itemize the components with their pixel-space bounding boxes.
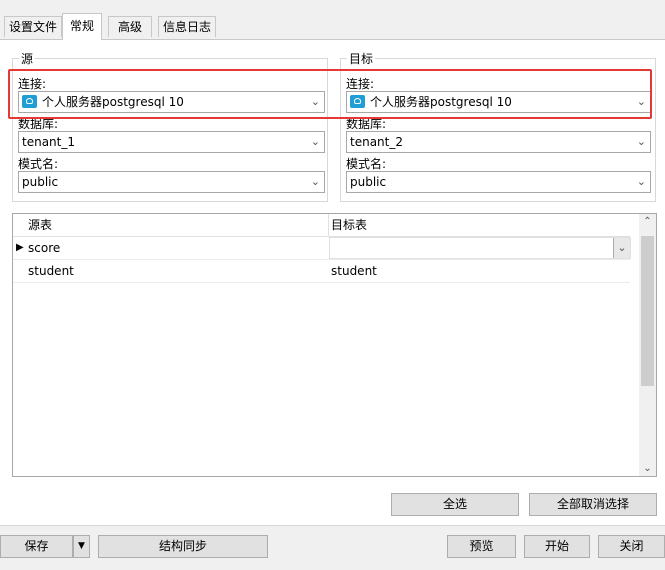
row-source-cell[interactable]: score bbox=[28, 237, 60, 259]
target-connection-select[interactable]: 个人服务器postgresql 10 ⌄ bbox=[346, 91, 651, 113]
table-row[interactable]: ▶ score ⌄ bbox=[13, 237, 631, 260]
table-mapping-grid[interactable]: 源表 目标表 ▶ score ⌄ student student ⌃ ⌄ bbox=[12, 213, 657, 477]
save-dropdown-icon[interactable]: ▼ bbox=[73, 535, 90, 558]
column-header-target[interactable]: 目标表 bbox=[331, 214, 367, 236]
source-group-title: 源 bbox=[19, 50, 36, 67]
scroll-down-icon[interactable]: ⌄ bbox=[639, 463, 656, 474]
source-connection-label: 连接: bbox=[18, 77, 47, 91]
source-schema-label: 模式名: bbox=[18, 157, 59, 171]
column-divider bbox=[328, 214, 329, 236]
scrollbar-thumb[interactable] bbox=[641, 236, 654, 386]
start-button[interactable]: 开始 bbox=[524, 535, 590, 558]
target-schema-label: 模式名: bbox=[346, 157, 387, 171]
source-schema-value: public bbox=[22, 175, 59, 189]
target-database-label: 数据库: bbox=[346, 117, 387, 131]
tab-general[interactable]: 常规 bbox=[62, 13, 102, 40]
chevron-down-icon[interactable]: ⌄ bbox=[637, 132, 646, 152]
tab-message-log[interactable]: 信息日志 bbox=[158, 16, 216, 37]
target-connection-value: 个人服务器postgresql 10 bbox=[370, 95, 512, 109]
target-connection-label: 连接: bbox=[346, 77, 375, 91]
tab-label: 常规 bbox=[69, 19, 94, 33]
tab-label: 信息日志 bbox=[162, 20, 211, 34]
table-row[interactable]: student student bbox=[13, 260, 630, 283]
tab-advanced[interactable]: 高级 bbox=[108, 16, 152, 37]
select-all-button[interactable]: 全选 bbox=[391, 493, 519, 516]
chevron-down-icon[interactable]: ⌄ bbox=[637, 92, 646, 112]
source-database-label: 数据库: bbox=[18, 117, 59, 131]
chevron-down-icon[interactable]: ⌄ bbox=[637, 172, 646, 192]
target-schema-value: public bbox=[350, 175, 387, 189]
row-target-cell[interactable]: student bbox=[331, 260, 377, 282]
postgresql-elephant-icon bbox=[22, 95, 37, 108]
scroll-up-icon[interactable]: ⌃ bbox=[639, 216, 656, 227]
source-connection-select[interactable]: 个人服务器postgresql 10 ⌄ bbox=[18, 91, 325, 113]
chevron-down-icon[interactable]: ⌄ bbox=[311, 92, 320, 112]
postgresql-elephant-icon bbox=[350, 95, 365, 108]
target-database-select[interactable]: tenant_2 ⌄ bbox=[346, 131, 651, 153]
deselect-all-button[interactable]: 全部取消选择 bbox=[529, 493, 657, 516]
row-pointer-icon: ▶ bbox=[16, 242, 24, 253]
close-button[interactable]: 关闭 bbox=[598, 535, 665, 558]
source-database-select[interactable]: tenant_1 ⌄ bbox=[18, 131, 325, 153]
preview-button[interactable]: 预览 bbox=[447, 535, 516, 558]
tab-bar: 设置文件 常规 高级 信息日志 bbox=[0, 0, 665, 40]
row-source-cell[interactable]: student bbox=[28, 260, 74, 282]
target-group-title: 目标 bbox=[347, 50, 376, 67]
vertical-scrollbar[interactable]: ⌃ ⌄ bbox=[639, 214, 656, 476]
source-database-value: tenant_1 bbox=[22, 135, 75, 149]
tab-label: 高级 bbox=[117, 20, 142, 34]
chevron-down-icon[interactable]: ⌄ bbox=[613, 238, 630, 258]
tab-settings-file[interactable]: 设置文件 bbox=[4, 16, 62, 37]
save-button[interactable]: 保存 bbox=[0, 535, 73, 558]
column-header-source[interactable]: 源表 bbox=[28, 214, 52, 236]
row-target-select[interactable]: ⌄ bbox=[329, 237, 631, 259]
grid-header: 源表 目标表 bbox=[13, 214, 630, 237]
target-schema-select[interactable]: public ⌄ bbox=[346, 171, 651, 193]
tab-label: 设置文件 bbox=[8, 20, 57, 34]
chevron-down-icon[interactable]: ⌄ bbox=[311, 172, 320, 192]
source-schema-select[interactable]: public ⌄ bbox=[18, 171, 325, 193]
source-connection-value: 个人服务器postgresql 10 bbox=[42, 95, 184, 109]
structure-sync-button[interactable]: 结构同步 bbox=[98, 535, 268, 558]
chevron-down-icon[interactable]: ⌄ bbox=[311, 132, 320, 152]
target-database-value: tenant_2 bbox=[350, 135, 403, 149]
